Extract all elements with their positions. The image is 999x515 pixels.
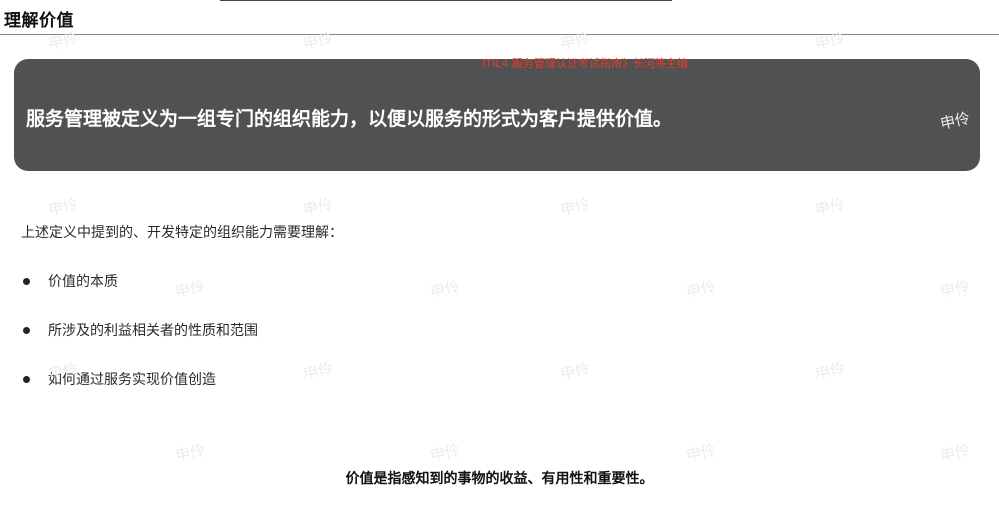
- page-title: 理解价值: [4, 11, 74, 31]
- source-note: ITIL4 服务管理认证考试指南》长河等主编: [482, 57, 688, 70]
- watermark: 申伶: [173, 277, 207, 301]
- list-item-label: 所涉及的利益相关者的性质和范围: [48, 323, 258, 339]
- intro-text: 上述定义中提到的、开发特定的组织能力需要理解：: [21, 225, 343, 241]
- watermark: 申伶: [813, 195, 847, 219]
- watermark: 申伶: [938, 277, 972, 301]
- watermark: 申伶: [558, 29, 592, 53]
- watermark: 申伶: [46, 195, 80, 219]
- watermark: 申伶: [301, 359, 335, 383]
- watermark: 申伶: [813, 29, 847, 53]
- bullet-icon: [23, 376, 30, 383]
- bullet-icon: [23, 327, 30, 334]
- top-divider: [220, 0, 672, 1]
- watermark: 申伶: [428, 277, 462, 301]
- watermark: 申伶: [938, 441, 972, 465]
- watermark: 申伶: [173, 441, 207, 465]
- definition-banner: 服务管理被定义为一组专门的组织能力，以便以服务的形式为客户提供价值。: [14, 59, 980, 171]
- watermark: 申伶: [813, 359, 847, 383]
- watermark: 申伶: [558, 195, 592, 219]
- title-divider: [0, 34, 999, 35]
- watermark: 申伶: [558, 359, 592, 383]
- watermark: 申伶: [684, 441, 718, 465]
- watermark: 申伶: [46, 29, 80, 53]
- bullet-icon: [23, 278, 30, 285]
- watermark: 申伶: [684, 277, 718, 301]
- list-item-label: 如何通过服务实现价值创造: [48, 372, 216, 388]
- value-statement: 价值是指感知到的事物的收益、有用性和重要性。: [345, 471, 654, 487]
- watermark: 申伶: [301, 195, 335, 219]
- list-item-label: 价值的本质: [48, 274, 118, 290]
- definition-text: 服务管理被定义为一组专门的组织能力，以便以服务的形式为客户提供价值。: [26, 108, 673, 130]
- watermark: 申伶: [301, 29, 335, 53]
- watermark: 申伶: [428, 441, 462, 465]
